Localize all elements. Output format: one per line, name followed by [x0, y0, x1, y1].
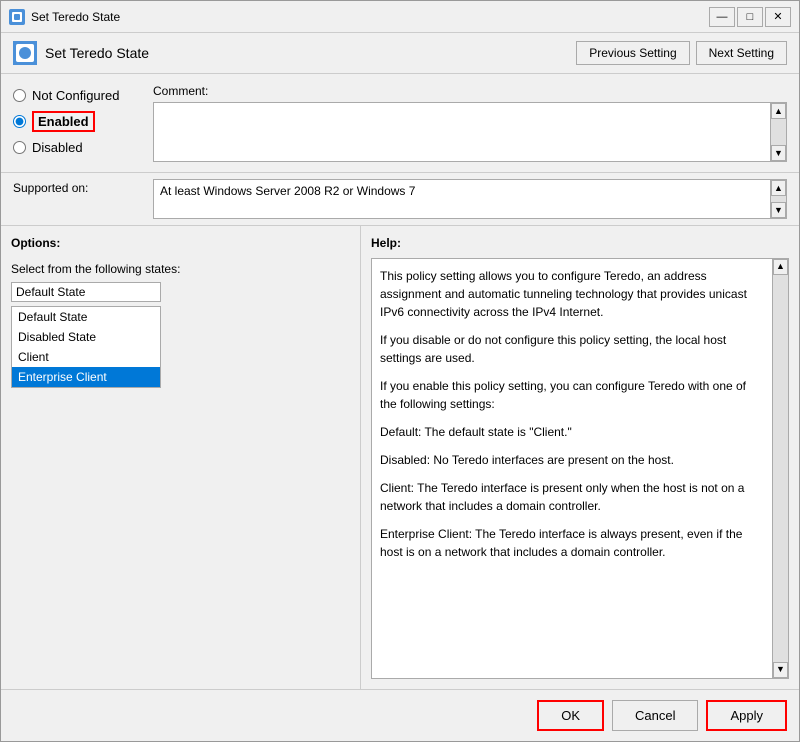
options-content: Select from the following states: Defaul…	[11, 262, 350, 679]
scroll-down-arrow[interactable]: ▼	[771, 145, 786, 161]
help-para-2: If you disable or do not configure this …	[380, 331, 760, 367]
help-para-7: Enterprise Client: The Teredo interface …	[380, 525, 760, 561]
scroll-up-arrow[interactable]: ▲	[771, 103, 786, 119]
top-section: Not Configured Enabled Disabled Comment:…	[1, 74, 799, 173]
comment-label: Comment:	[153, 84, 787, 98]
supported-scroll-up[interactable]: ▲	[771, 180, 786, 196]
not-configured-radio[interactable]: Not Configured	[13, 88, 143, 103]
help-para-3: If you enable this policy setting, you c…	[380, 377, 760, 413]
options-panel: Options: Select from the following state…	[1, 226, 361, 689]
radio-column: Not Configured Enabled Disabled	[13, 84, 143, 162]
help-scroll-up[interactable]: ▲	[773, 259, 788, 275]
window-title: Set Teredo State	[31, 10, 120, 24]
comment-box[interactable]: ▲ ▼	[153, 102, 787, 162]
comment-scrollbar[interactable]: ▲ ▼	[770, 103, 786, 161]
select-label: Select from the following states:	[11, 262, 350, 276]
supported-box: At least Windows Server 2008 R2 or Windo…	[153, 179, 787, 219]
title-controls: — □ ✕	[709, 7, 791, 27]
supported-scroll-down[interactable]: ▼	[771, 202, 786, 218]
help-scroll-down[interactable]: ▼	[773, 662, 788, 678]
help-para-1: This policy setting allows you to config…	[380, 267, 760, 321]
minimize-button[interactable]: —	[709, 7, 735, 27]
help-scroll-thumb	[773, 275, 788, 662]
supported-value: At least Windows Server 2008 R2 or Windo…	[160, 184, 415, 198]
help-text: This policy setting allows you to config…	[380, 267, 780, 561]
help-box: This policy setting allows you to config…	[371, 258, 789, 679]
list-item-client[interactable]: Client	[12, 347, 160, 367]
disabled-radio[interactable]: Disabled	[13, 140, 143, 155]
supported-scrollbar[interactable]: ▲ ▼	[770, 180, 786, 218]
maximize-button[interactable]: □	[737, 7, 763, 27]
supported-section: Supported on: At least Windows Server 20…	[1, 173, 799, 226]
enabled-label: Enabled	[32, 111, 95, 132]
title-bar-left: Set Teredo State	[9, 9, 120, 25]
not-configured-label: Not Configured	[32, 88, 119, 103]
close-button[interactable]: ✕	[765, 7, 791, 27]
list-item-enterprise-client[interactable]: Enterprise Client	[12, 367, 160, 387]
disabled-input[interactable]	[13, 141, 26, 154]
help-scrollbar[interactable]: ▲ ▼	[772, 259, 788, 678]
main-panels: Options: Select from the following state…	[1, 226, 799, 689]
title-bar: Set Teredo State — □ ✕	[1, 1, 799, 33]
options-title: Options:	[11, 236, 350, 250]
help-para-5: Disabled: No Teredo interfaces are prese…	[380, 451, 760, 469]
help-para-6: Client: The Teredo interface is present …	[380, 479, 760, 515]
cancel-button[interactable]: Cancel	[612, 700, 698, 731]
header-bar: Set Teredo State Previous Setting Next S…	[1, 33, 799, 74]
header-left: Set Teredo State	[13, 41, 149, 65]
header-icon	[13, 41, 37, 65]
not-configured-input[interactable]	[13, 89, 26, 102]
help-panel: Help: This policy setting allows you to …	[361, 226, 799, 689]
state-dropdown[interactable]: Default State Disabled State Client Ente…	[11, 282, 161, 302]
header-buttons: Previous Setting Next Setting	[576, 41, 787, 65]
next-setting-button[interactable]: Next Setting	[696, 41, 787, 65]
list-item-disabled-state[interactable]: Disabled State	[12, 327, 160, 347]
dropdown-container: Default State Disabled State Client Ente…	[11, 282, 350, 302]
main-window: Set Teredo State — □ ✕ Set Teredo State …	[0, 0, 800, 742]
window-icon	[9, 9, 25, 25]
help-title: Help:	[371, 236, 789, 250]
scroll-thumb	[771, 119, 786, 145]
content-area: Not Configured Enabled Disabled Comment:…	[1, 74, 799, 689]
disabled-label: Disabled	[32, 140, 83, 155]
ok-button[interactable]: OK	[537, 700, 604, 731]
footer: OK Cancel Apply	[1, 689, 799, 741]
supported-label: Supported on:	[13, 179, 143, 195]
header-title: Set Teredo State	[45, 45, 149, 61]
previous-setting-button[interactable]: Previous Setting	[576, 41, 689, 65]
help-para-4: Default: The default state is "Client."	[380, 423, 760, 441]
enabled-input[interactable]	[13, 115, 26, 128]
list-item-default-state[interactable]: Default State	[12, 307, 160, 327]
dropdown-list: Default State Disabled State Client Ente…	[11, 306, 161, 388]
enabled-radio[interactable]: Enabled	[13, 111, 143, 132]
comment-section: Comment: ▲ ▼	[153, 84, 787, 162]
apply-button[interactable]: Apply	[706, 700, 787, 731]
